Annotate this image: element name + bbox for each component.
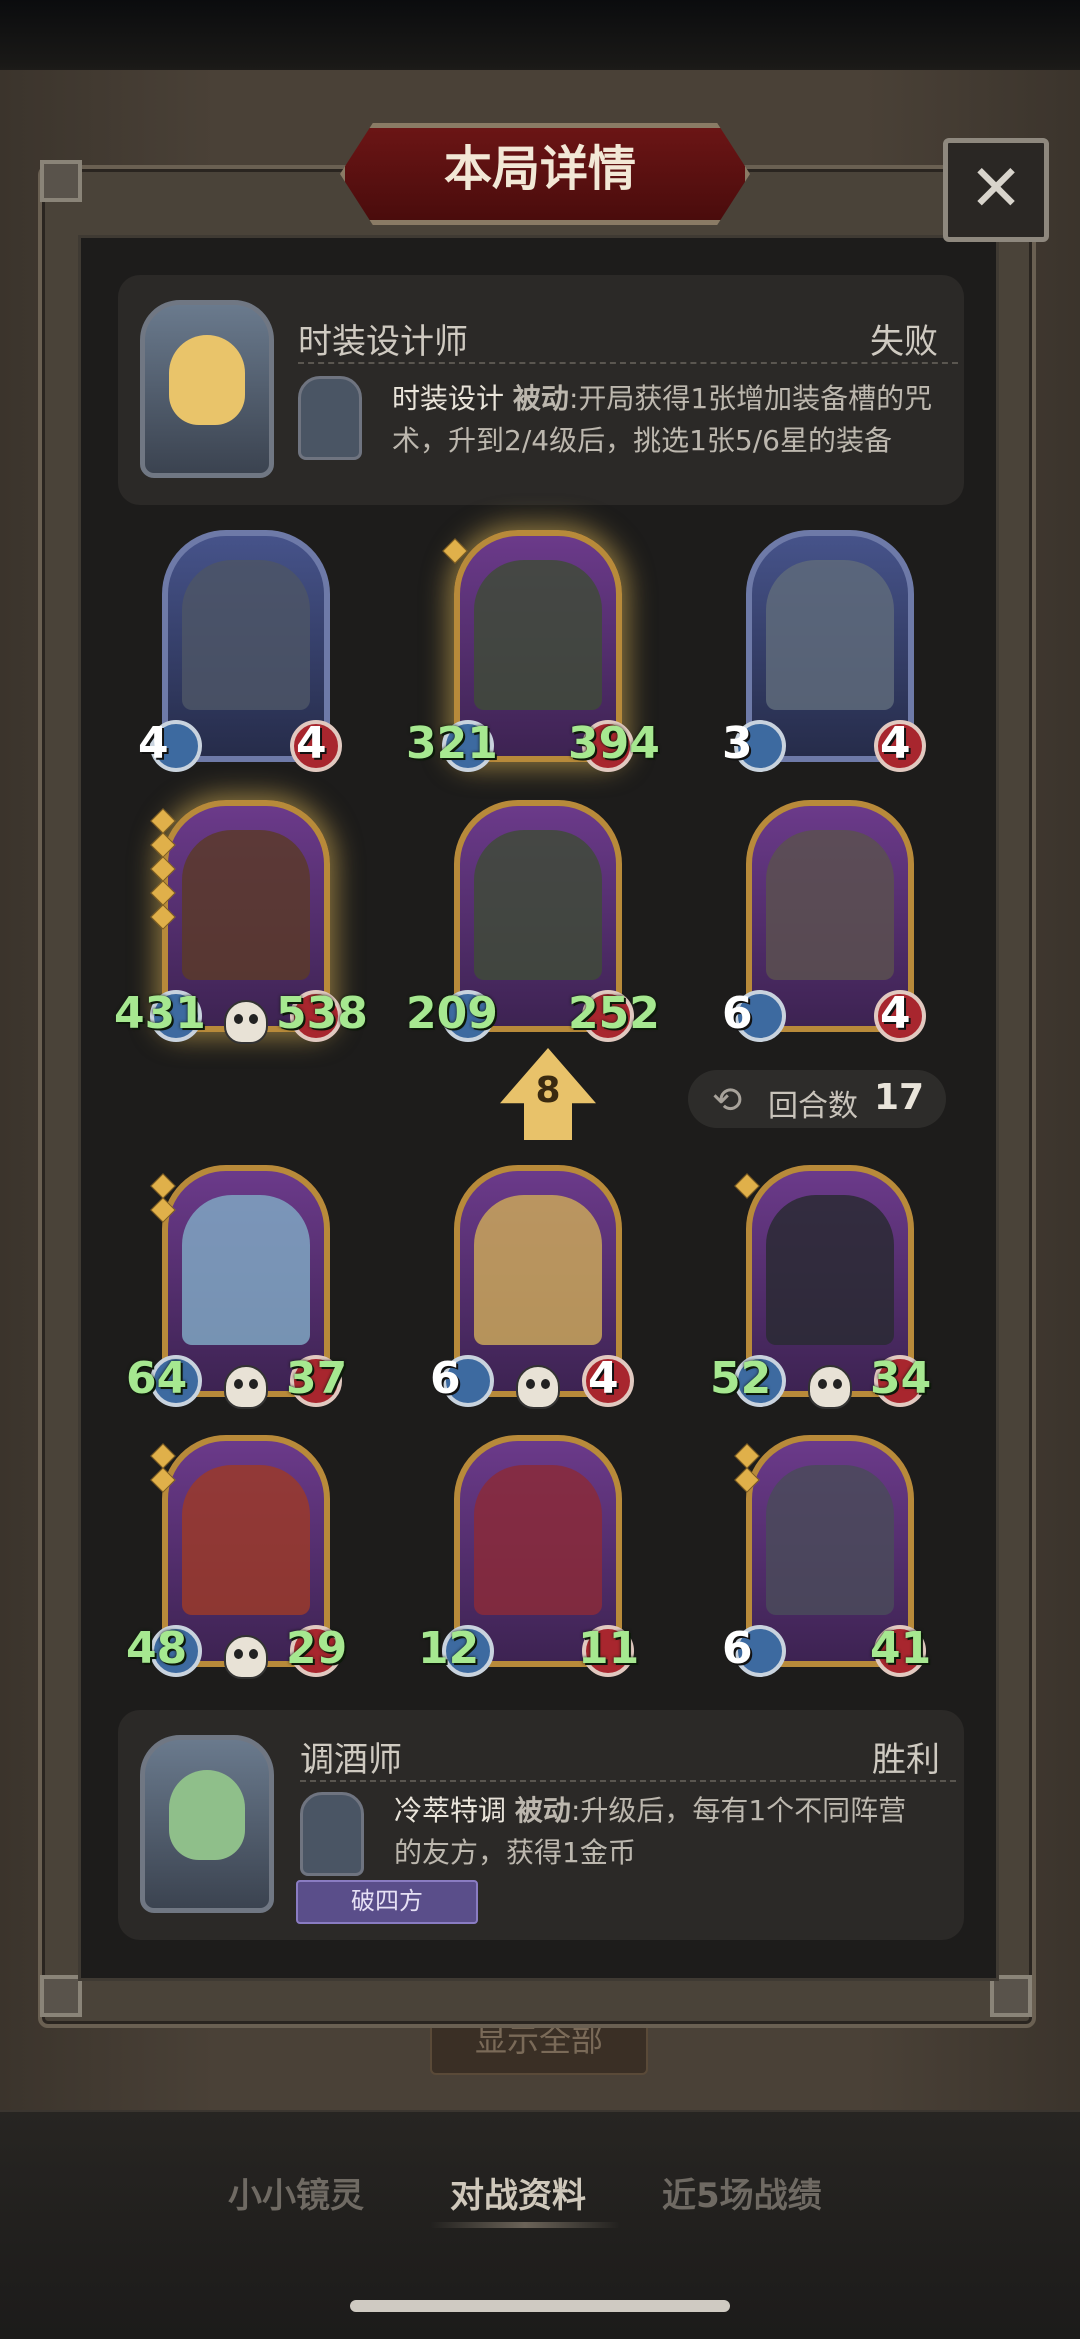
bottom-player-avatar[interactable]	[140, 1735, 274, 1913]
star-icon	[442, 538, 468, 564]
bottom-player-result: 胜利	[872, 1740, 940, 1780]
attack-value: 431	[114, 988, 206, 1039]
minion-art	[766, 1195, 894, 1345]
minion-art	[766, 830, 894, 980]
health-value: 41	[870, 1623, 932, 1674]
tab-battle-info[interactable]: 对战资料	[450, 2168, 586, 2217]
attack-value: 12	[418, 1623, 480, 1674]
hero-face	[169, 1770, 245, 1860]
star-rank	[734, 1443, 760, 1495]
star-icon	[734, 1443, 760, 1469]
skull-icon	[224, 1635, 268, 1679]
minion-art	[766, 1465, 894, 1615]
health-value: 4	[880, 718, 911, 769]
minion-art	[182, 560, 310, 710]
star-rank	[734, 1173, 760, 1201]
star-icon	[150, 856, 176, 882]
minion-art	[182, 830, 310, 980]
round-label: 回合数	[768, 1089, 858, 1124]
tab-mirror-spirit[interactable]: 小小镜灵	[228, 2168, 364, 2217]
close-button[interactable]: ✕	[943, 138, 1049, 242]
attack-value: 321	[406, 718, 498, 769]
home-indicator	[350, 2300, 730, 2312]
attack-value: 6	[430, 1353, 461, 1404]
attack-value: 64	[126, 1353, 188, 1404]
attack-value: 4	[138, 718, 169, 769]
skill-desc-1: :开局获得1张增加装备槽的咒	[568, 382, 933, 415]
dialog-title: 本局详情	[443, 141, 636, 197]
star-icon	[734, 1173, 760, 1199]
star-icon	[150, 1197, 176, 1223]
health-value: 37	[286, 1353, 348, 1404]
skill-desc-2: 的友方，获得1金币	[394, 1836, 636, 1869]
top-player-name: 时装设计师	[298, 322, 468, 362]
divider	[298, 362, 958, 364]
bottom-player-skill: 冷萃特调 被动:升级后，每有1个不同阵营 的友方，获得1金币	[394, 1790, 954, 1874]
minion-art	[182, 1195, 310, 1345]
hero-face	[169, 335, 245, 425]
minion-art	[474, 830, 602, 980]
health-value: 4	[880, 988, 911, 1039]
health-value: 538	[276, 988, 368, 1039]
skill-desc-2: 术，升到2/4级后，挑选1张5/6星的装备	[392, 424, 892, 457]
health-value: 34	[870, 1353, 932, 1404]
star-icon	[150, 880, 176, 906]
minion-art	[474, 560, 602, 710]
skull-icon	[516, 1365, 560, 1409]
attack-value: 209	[406, 988, 498, 1039]
attack-value: 52	[710, 1353, 772, 1404]
skill-icon[interactable]	[300, 1792, 364, 1876]
top-player-avatar[interactable]	[140, 300, 274, 478]
health-value: 29	[286, 1623, 348, 1674]
skill-icon[interactable]	[298, 376, 362, 460]
minion-art	[766, 560, 894, 710]
frame-corner	[40, 160, 82, 202]
attack-value: 6	[722, 988, 753, 1039]
frame-corner	[990, 1975, 1032, 2017]
skill-type: 被动	[512, 382, 569, 415]
skull-icon	[808, 1365, 852, 1409]
health-value: 394	[568, 718, 660, 769]
active-tab-indicator	[430, 2222, 620, 2228]
star-icon	[150, 1467, 176, 1493]
level-number: 8	[535, 1070, 561, 1111]
refresh-icon: ⟲	[712, 1080, 743, 1121]
health-value: 4	[588, 1353, 619, 1404]
skill-name: 冷萃特调	[394, 1794, 507, 1827]
attack-value: 48	[126, 1623, 188, 1674]
top-player-skill: 时装设计 被动:开局获得1张增加装备槽的咒 术，升到2/4级后，挑选1张5/6星…	[392, 378, 952, 462]
bottom-player-name: 调酒师	[300, 1740, 402, 1780]
skill-type: 被动	[514, 1794, 571, 1827]
star-icon	[150, 1173, 176, 1199]
divider	[300, 1780, 956, 1782]
star-rank	[150, 1443, 176, 1495]
star-icon	[734, 1467, 760, 1493]
round-value: 17	[874, 1077, 925, 1118]
attack-value: 6	[722, 1623, 753, 1674]
skill-name: 时装设计	[392, 382, 505, 415]
skull-icon	[224, 1365, 268, 1409]
attack-value: 3	[722, 718, 753, 769]
minion-art	[474, 1465, 602, 1615]
health-value: 11	[578, 1623, 640, 1674]
tab-recent-5-matches[interactable]: 近5场战绩	[662, 2168, 822, 2217]
top-player-result: 失败	[870, 322, 938, 362]
skull-icon	[224, 1000, 268, 1044]
faction-tag: 破四方	[296, 1880, 478, 1924]
star-icon	[150, 1443, 176, 1469]
minion-art	[474, 1195, 602, 1345]
minion-art	[182, 1465, 310, 1615]
star-icon	[150, 904, 176, 930]
health-value: 4	[296, 718, 327, 769]
health-value: 252	[568, 988, 660, 1039]
star-icon	[150, 808, 176, 834]
skill-desc-1: :升级后，每有1个不同阵营	[570, 1794, 907, 1827]
star-rank	[150, 1173, 176, 1225]
star-icon	[150, 832, 176, 858]
close-icon: ✕	[969, 152, 1023, 226]
star-rank	[442, 538, 468, 566]
star-rank	[150, 808, 176, 932]
frame-corner	[40, 1975, 82, 2017]
